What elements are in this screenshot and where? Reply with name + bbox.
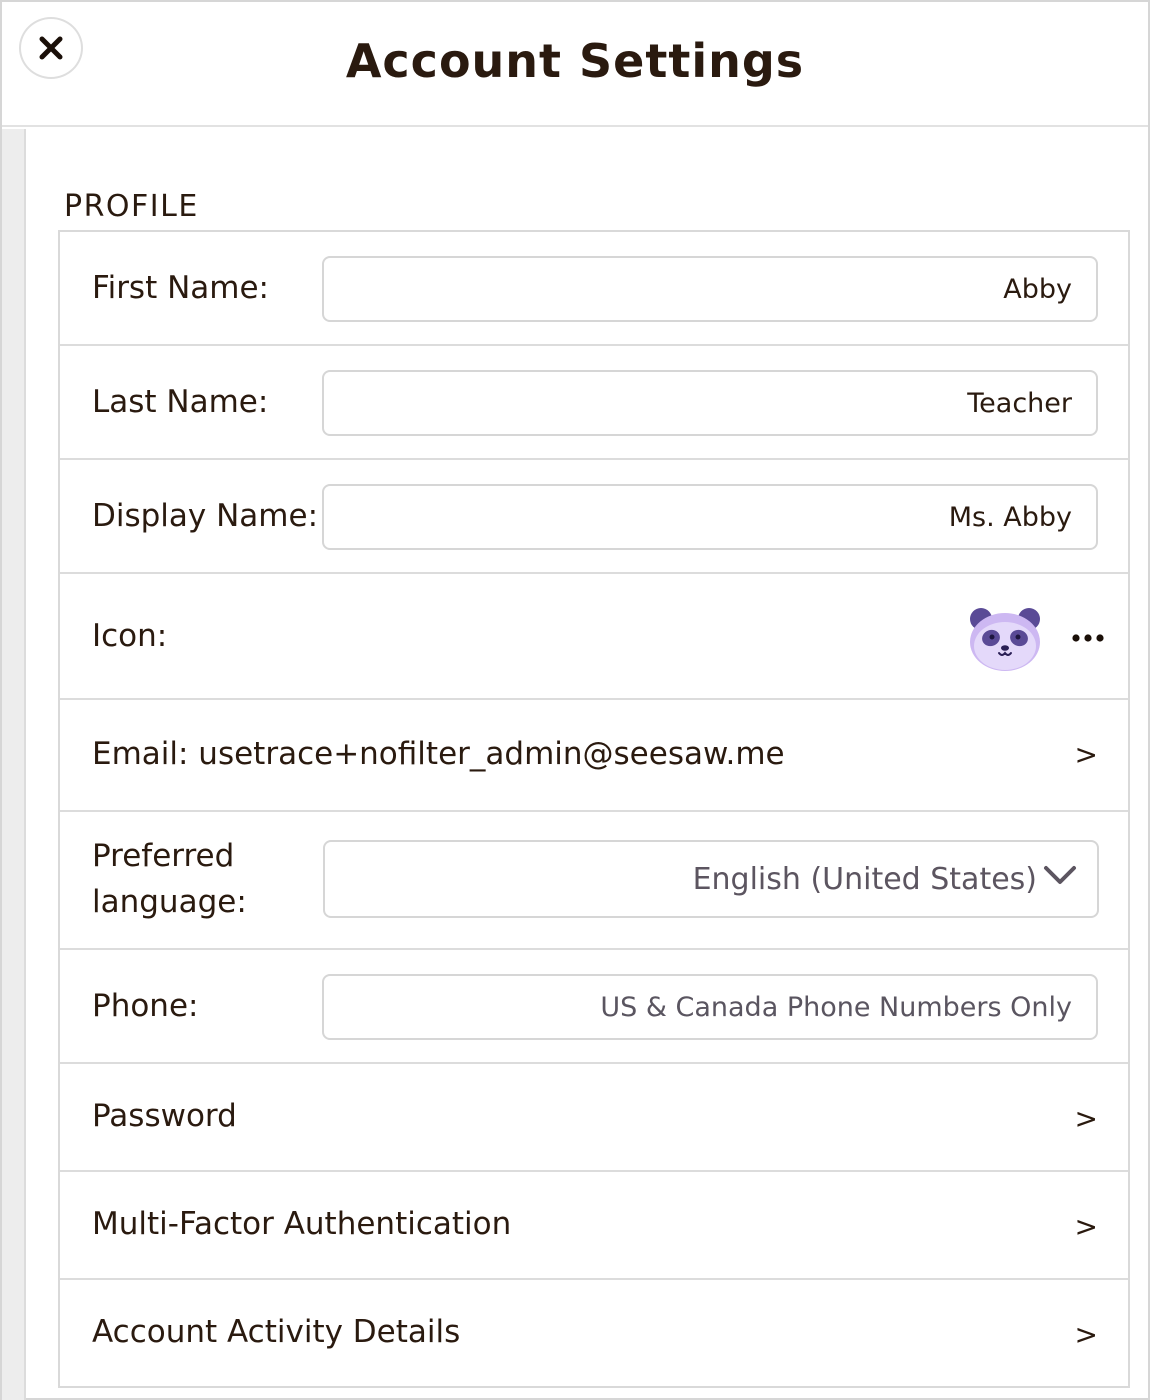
row-preferred-language: Preferred language: English (United Stat… bbox=[60, 812, 1128, 950]
activity-label: Account Activity Details bbox=[92, 1314, 461, 1350]
left-rail bbox=[2, 129, 26, 1400]
first-name-input[interactable] bbox=[322, 256, 1098, 322]
mfa-label: Multi-Factor Authentication bbox=[92, 1206, 512, 1242]
email-chevron-icon: > bbox=[1074, 738, 1098, 771]
row-icon: Icon: bbox=[60, 574, 1128, 700]
last-name-label: Last Name: bbox=[92, 384, 269, 420]
language-select[interactable]: English (United States) bbox=[323, 840, 1099, 918]
more-horizontal-icon[interactable] bbox=[1070, 626, 1106, 650]
section-label-profile: PROFILE bbox=[64, 189, 199, 224]
last-name-input[interactable] bbox=[322, 370, 1098, 436]
language-select-value: English (United States) bbox=[692, 862, 1037, 897]
row-first-name: First Name: bbox=[60, 232, 1128, 346]
row-display-name: Display Name: bbox=[60, 460, 1128, 574]
page-title: Account Settings bbox=[345, 34, 805, 88]
phone-label: Phone: bbox=[92, 988, 199, 1024]
phone-input[interactable] bbox=[322, 974, 1098, 1040]
first-name-label: First Name: bbox=[92, 270, 269, 306]
password-chevron-icon: > bbox=[1074, 1102, 1098, 1135]
language-label-line1: Preferred bbox=[92, 838, 235, 874]
email-label: Email: usetrace+nofilter_admin@seesaw.me bbox=[92, 736, 785, 772]
account-settings-window: Account Settings PROFILE First Name: Las… bbox=[0, 0, 1150, 1400]
row-email[interactable]: Email: usetrace+nofilter_admin@seesaw.me… bbox=[60, 700, 1128, 812]
chevron-down-icon bbox=[1044, 866, 1076, 884]
header: Account Settings bbox=[2, 2, 1148, 127]
password-label: Password bbox=[92, 1098, 237, 1134]
row-mfa[interactable]: Multi-Factor Authentication > bbox=[60, 1172, 1128, 1280]
mfa-chevron-icon: > bbox=[1074, 1210, 1098, 1243]
panda-icon[interactable] bbox=[968, 606, 1042, 672]
language-label-line2: language: bbox=[92, 884, 247, 920]
row-account-activity[interactable]: Account Activity Details > bbox=[60, 1280, 1128, 1388]
display-name-input[interactable] bbox=[322, 484, 1098, 550]
row-phone: Phone: bbox=[60, 950, 1128, 1064]
activity-chevron-icon: > bbox=[1074, 1318, 1098, 1351]
row-password[interactable]: Password > bbox=[60, 1064, 1128, 1172]
profile-card: First Name: Last Name: Display Name: Ico… bbox=[58, 230, 1130, 1388]
row-last-name: Last Name: bbox=[60, 346, 1128, 460]
icon-label: Icon: bbox=[92, 618, 168, 654]
display-name-label: Display Name: bbox=[92, 498, 319, 534]
